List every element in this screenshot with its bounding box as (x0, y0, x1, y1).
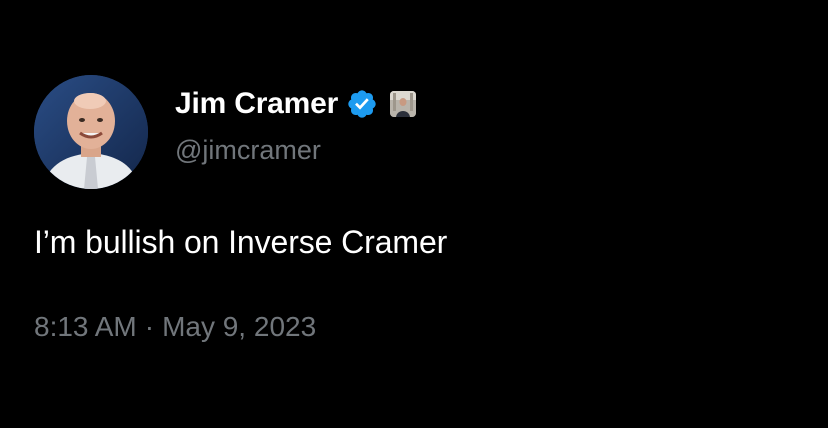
author-handle[interactable]: @jimcramer (175, 135, 321, 166)
tweet-time: 8:13 AM (34, 311, 137, 342)
tweet-timestamp[interactable]: 8:13 AM · May 9, 2023 (34, 311, 316, 343)
affiliate-badge-icon[interactable] (390, 91, 417, 117)
meta-separator: · (144, 311, 155, 342)
author-display-name[interactable]: Jim Cramer (175, 87, 338, 121)
tweet-text: I’m bullish on Inverse Cramer (34, 224, 448, 260)
author-name-row: Jim Cramer (175, 84, 417, 124)
tweet-card: Jim Cramer @jimcramer I’m bullish on Inv… (0, 0, 828, 428)
avatar-photo-icon (34, 75, 148, 189)
avatar[interactable] (34, 75, 148, 189)
tweet-date: May 9, 2023 (162, 311, 317, 342)
verified-badge-icon (346, 88, 378, 120)
